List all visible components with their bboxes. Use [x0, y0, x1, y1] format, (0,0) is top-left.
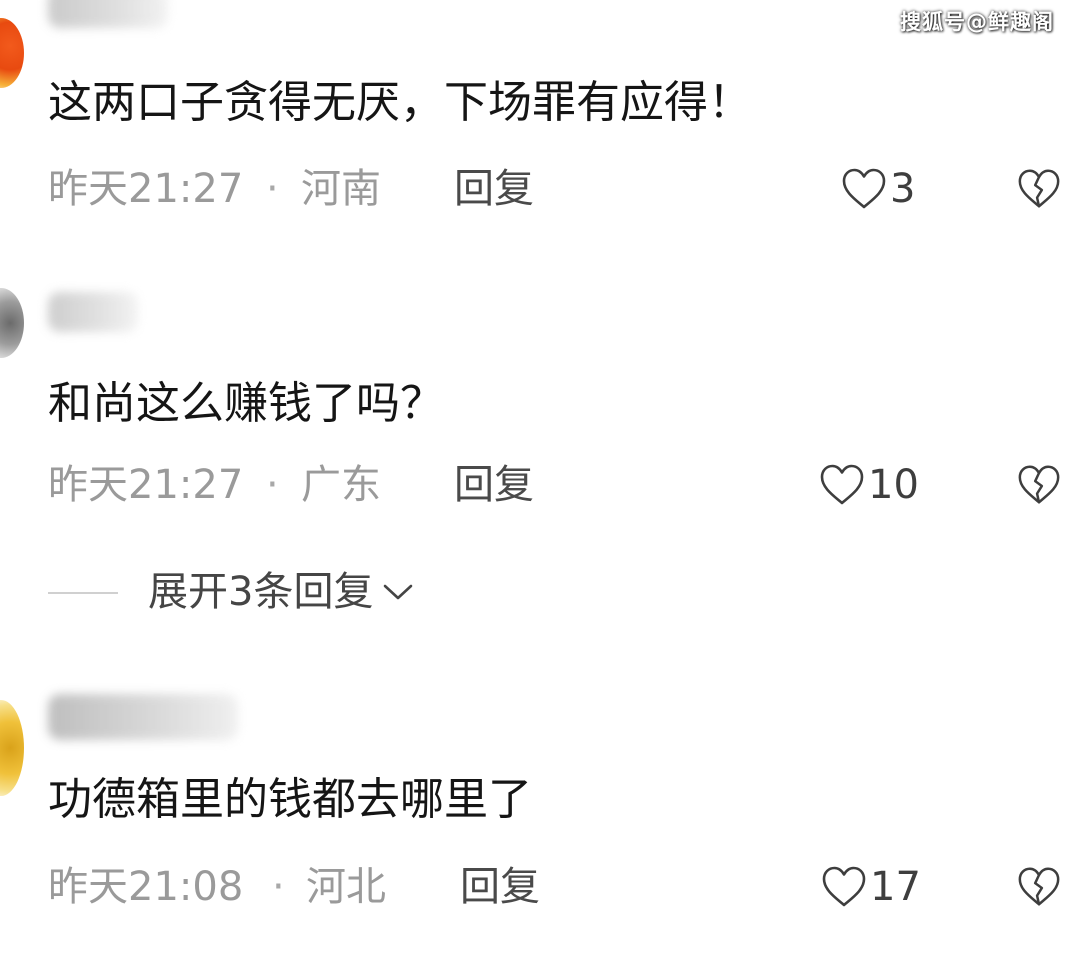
broken-heart-icon[interactable]	[1016, 462, 1062, 508]
like-button[interactable]: 17	[820, 864, 921, 910]
comment-meta: 昨天21:27 · 广东 回复 10	[48, 460, 1078, 510]
comment-time: 昨天21:08	[48, 864, 244, 910]
comment-meta: 昨天21:08 · 河北 回复 17	[48, 862, 1078, 912]
comment-meta: 昨天21:27 · 河南 回复 3	[48, 164, 1078, 214]
broken-heart-icon[interactable]	[1016, 864, 1062, 910]
expand-replies-row: 展开3条回复	[48, 566, 648, 618]
heart-outline-icon	[842, 168, 886, 209]
reply-button[interactable]: 回复	[454, 164, 534, 214]
comment-text: 功德箱里的钱都去哪里了	[48, 774, 532, 825]
comment-time: 昨天21:27	[48, 462, 244, 508]
like-count: 17	[870, 864, 921, 910]
comment-text: 和尚这么赚钱了吗？	[48, 378, 444, 429]
avatar[interactable]	[0, 18, 24, 88]
heart-outline-icon	[820, 464, 864, 505]
broken-heart-icon[interactable]	[1016, 166, 1062, 212]
expand-replies-button[interactable]: 展开3条回复	[148, 566, 415, 618]
comment-region: 河南	[301, 166, 381, 212]
comment-region: 河北	[306, 864, 386, 910]
avatar[interactable]	[0, 288, 24, 358]
username-blurred[interactable]	[48, 292, 138, 332]
like-count: 10	[868, 462, 919, 508]
meta-separator: ·	[266, 462, 279, 508]
comment-time: 昨天21:27	[48, 166, 244, 212]
username-blurred[interactable]	[48, 694, 238, 740]
reply-button[interactable]: 回复	[454, 460, 534, 510]
chevron-down-icon	[384, 584, 413, 600]
like-count: 3	[890, 166, 916, 212]
expand-replies-label: 展开3条回复	[148, 569, 374, 615]
like-button[interactable]: 3	[840, 166, 915, 212]
reply-button[interactable]: 回复	[460, 862, 540, 912]
meta-separator: ·	[272, 864, 285, 910]
avatar[interactable]	[0, 700, 24, 796]
comment-region: 广东	[301, 462, 381, 508]
heart-outline-icon	[822, 866, 866, 907]
watermark: 搜狐号@鲜趣阁	[900, 10, 1054, 34]
comment-text: 这两口子贪得无厌，下场罪有应得！	[48, 77, 752, 128]
divider-line	[48, 592, 118, 594]
username-blurred[interactable]	[48, 0, 168, 28]
like-button[interactable]: 10	[818, 462, 919, 508]
meta-separator: ·	[266, 166, 279, 212]
